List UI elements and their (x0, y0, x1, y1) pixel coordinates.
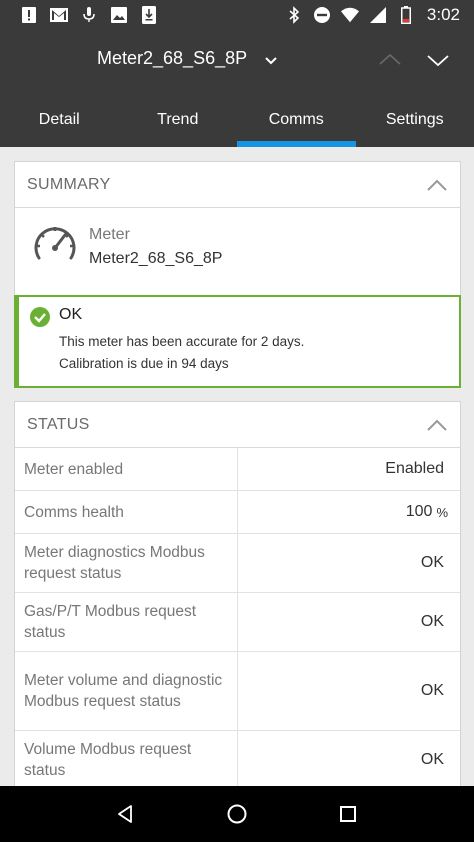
table-row: Meter enabled Enabled (15, 448, 460, 490)
status-ok-title: OK (59, 306, 83, 323)
table-row: Volume Modbus request status OK (15, 730, 460, 786)
system-nav-bar (0, 786, 474, 842)
tab-bar: Detail Trend Comms Settings (0, 90, 474, 147)
chevron-down-icon[interactable] (262, 52, 280, 70)
gmail-icon (50, 6, 68, 24)
device-title[interactable]: Meter2_68_S6_8P (97, 48, 247, 69)
download-icon (140, 6, 158, 24)
table-row: Meter volume and diagnostic Modbus reque… (15, 651, 460, 730)
value-text: 100 (405, 503, 433, 520)
value-text: OK (420, 682, 444, 699)
recents-button[interactable] (336, 802, 360, 826)
row-label: Volume Modbus request status (15, 731, 238, 786)
chevron-up-icon[interactable] (426, 178, 448, 192)
row-label: Meter enabled (15, 448, 238, 490)
status-card: STATUS Meter enabled Enabled Comms healt… (14, 401, 461, 786)
meter-name: Meter2_68_S6_8P (89, 250, 223, 267)
table-row: Comms health 100% (15, 490, 460, 533)
summary-title: SUMMARY (27, 175, 111, 193)
row-value: OK (238, 731, 460, 786)
back-button[interactable] (114, 802, 138, 826)
bluetooth-icon (285, 6, 303, 24)
status-ok-box: OK This meter has been accurate for 2 da… (14, 295, 461, 388)
title-bar: Meter2_68_S6_8P (0, 30, 474, 90)
tab-trend[interactable]: Trend (119, 90, 238, 147)
gauge-icon (32, 222, 78, 264)
do-not-disturb-icon (313, 6, 331, 24)
signal-icon (369, 6, 387, 24)
tab-settings[interactable]: Settings (356, 90, 474, 147)
row-value: OK (238, 593, 460, 651)
value-text: Enabled (385, 460, 444, 477)
meter-info: Meter Meter2_68_S6_8P (15, 208, 460, 296)
row-label: Meter diagnostics Modbus request status (15, 534, 238, 592)
battery-icon (397, 6, 415, 24)
row-value: Enabled (238, 448, 460, 490)
status-header[interactable]: STATUS (15, 402, 460, 448)
table-row: Gas/P/T Modbus request status OK (15, 592, 460, 651)
tab-comms[interactable]: Comms (237, 90, 356, 147)
status-bar: 3:02 (0, 0, 474, 30)
check-circle-icon (30, 307, 50, 327)
row-label: Comms health (15, 491, 238, 533)
main-content[interactable]: SUMMARY Meter Meter2_68_S6_8P OK This me… (0, 147, 474, 786)
tab-detail[interactable]: Detail (0, 90, 119, 147)
table-row: Meter diagnostics Modbus request status … (15, 533, 460, 592)
wifi-icon (340, 6, 359, 24)
value-text: OK (420, 554, 444, 571)
next-device-button[interactable] (424, 48, 452, 72)
summary-card: SUMMARY Meter Meter2_68_S6_8P OK This me… (14, 161, 461, 388)
row-label: Meter volume and diagnostic Modbus reque… (15, 652, 238, 730)
row-value: OK (238, 652, 460, 730)
row-value: OK (238, 534, 460, 592)
row-label: Gas/P/T Modbus request status (15, 593, 238, 651)
accuracy-text: This meter has been accurate for 2 days. (59, 334, 305, 349)
home-button[interactable] (225, 802, 249, 826)
status-table: Meter enabled Enabled Comms health 100% … (15, 448, 460, 786)
summary-header[interactable]: SUMMARY (15, 162, 460, 208)
value-unit: % (436, 504, 448, 520)
meter-type: Meter (89, 226, 130, 243)
calibration-text: Calibration is due in 94 days (59, 356, 229, 371)
chevron-up-icon[interactable] (426, 418, 448, 432)
previous-device-button[interactable] (376, 48, 404, 72)
microphone-icon (80, 6, 98, 24)
image-icon (110, 6, 128, 24)
value-text: OK (420, 751, 444, 768)
alert-icon (20, 6, 38, 24)
value-text: OK (420, 613, 444, 630)
clock: 3:02 (426, 5, 460, 24)
status-title: STATUS (27, 415, 90, 433)
row-value: 100% (238, 491, 460, 533)
